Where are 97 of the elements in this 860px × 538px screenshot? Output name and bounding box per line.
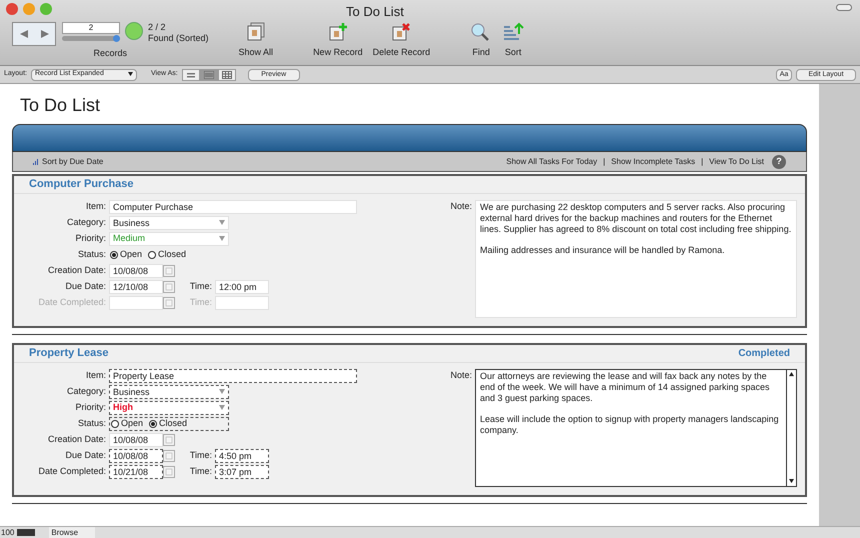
zoom-icon[interactable]	[17, 529, 36, 536]
mode-label: Browse	[49, 526, 96, 538]
records-label: Records	[94, 47, 128, 60]
table-view-icon	[222, 70, 232, 78]
calendar-icon[interactable]	[163, 434, 175, 446]
scroll-down-icon[interactable]	[789, 479, 794, 484]
field-label: Status:	[76, 417, 107, 430]
link-separator: |	[603, 156, 606, 168]
field-label: Priority:	[74, 401, 107, 414]
item-field[interactable]: Property Lease	[109, 369, 357, 383]
page-title: To Do List	[20, 94, 102, 117]
category-dropdown[interactable]: Business	[109, 385, 229, 399]
field-label: Category:	[66, 385, 107, 398]
nav-link[interactable]: Show Incomplete Tasks	[611, 156, 696, 168]
link-separator: |	[701, 156, 704, 168]
close-button[interactable]	[6, 3, 18, 15]
field-label: Category:	[66, 216, 107, 230]
scrollbar[interactable]	[786, 370, 796, 486]
record-number-field[interactable]: 2	[62, 22, 120, 34]
status-radio[interactable]: Open	[111, 417, 144, 431]
view-toggle[interactable]	[182, 68, 200, 80]
date-field[interactable]: 12/10/08	[109, 280, 163, 294]
field-label: Time:	[188, 280, 213, 294]
previous-icon[interactable]	[20, 30, 28, 38]
add-card-icon	[326, 22, 349, 42]
stacked-cards-icon	[244, 22, 267, 42]
scroll-up-icon[interactable]	[789, 372, 794, 377]
next-icon[interactable]	[40, 30, 48, 38]
slider-thumb[interactable]	[113, 35, 120, 42]
found-status: Found (Sorted)	[148, 33, 209, 44]
book-navigator[interactable]	[12, 22, 56, 46]
toolbar-button[interactable]: New Record	[313, 22, 363, 60]
dropdown-arrow-icon[interactable]	[128, 72, 133, 77]
field-label: Note:	[450, 200, 473, 213]
list-view-icon	[204, 70, 214, 78]
priority-dropdown[interactable]: High	[109, 401, 229, 415]
calendar-icon[interactable]	[163, 466, 175, 478]
item-field[interactable]: Computer Purchase	[109, 200, 357, 214]
calendar-icon[interactable]	[163, 281, 175, 293]
field-label: Time:	[188, 449, 213, 462]
note-paragraph: Lease will include the option to signup with property managers landscaping company.	[480, 414, 780, 436]
sort-ascending-icon	[502, 22, 524, 42]
form-view-icon	[186, 70, 196, 78]
delete-card-icon	[390, 22, 412, 42]
window-title: To Do List	[346, 3, 404, 21]
status-radio[interactable]: Closed	[148, 248, 186, 262]
toolbar-button[interactable]: Show All	[238, 22, 274, 60]
minimize-button[interactable]	[23, 3, 35, 15]
record-title: Computer Purchase	[29, 177, 134, 192]
calendar-icon[interactable]	[163, 265, 175, 277]
date-field[interactable]: 10/21/08	[109, 465, 163, 479]
bar-chart-icon	[33, 158, 38, 164]
time-field[interactable]: 4:50 pm	[215, 449, 269, 463]
help-button[interactable]: ?	[772, 154, 786, 168]
time-field[interactable]: 12:00 pm	[215, 280, 269, 294]
date-field[interactable]: 10/08/08	[109, 449, 163, 463]
category-dropdown[interactable]: Business	[109, 216, 229, 230]
status-light-icon	[125, 22, 143, 40]
field-label: Time:	[188, 465, 213, 478]
nav-link[interactable]: Show All Tasks For Today	[506, 156, 598, 168]
record-count: 2 / 2	[148, 22, 167, 33]
status-radio[interactable]: Closed	[149, 417, 188, 431]
view-toggle[interactable]	[218, 68, 236, 80]
toolbar-button[interactable]: Delete Record	[372, 22, 430, 60]
toolbar-button[interactable]: Sort	[502, 22, 524, 60]
calendar-icon[interactable]	[163, 450, 175, 462]
field-label: Status:	[76, 248, 107, 262]
date-field[interactable]: 10/08/08	[109, 264, 163, 278]
note-paragraph: We are purchasing 22 desktop computers and 5 server racks. Also procuring external hard drives for the backup machines and routers for the Ethernet lines. Supplier has agreed to 8% discount on total cost including free shipping.	[480, 202, 792, 235]
field-label: Priority:	[74, 232, 107, 246]
nav-link[interactable]: View To Do List	[709, 156, 764, 168]
note-field[interactable]	[475, 369, 797, 487]
field-label: Note:	[450, 369, 473, 382]
field-label: Item:	[84, 369, 107, 382]
date-field[interactable]: 10/08/08	[109, 433, 163, 447]
field-label: Item:	[84, 200, 107, 214]
toolbar-button[interactable]: Find	[470, 22, 492, 60]
view-toggle[interactable]	[200, 68, 218, 80]
status-radio[interactable]: Open	[110, 248, 142, 262]
priority-dropdown[interactable]: Medium	[109, 232, 229, 246]
field-label: Date Completed:	[37, 465, 107, 478]
field-label: Time:	[188, 296, 213, 310]
record-slider[interactable]	[62, 36, 120, 41]
sort-link[interactable]: Sort by Due Date	[42, 156, 104, 168]
field-label: Creation Date:	[46, 433, 107, 446]
field-label: Due Date:	[64, 449, 107, 462]
note-paragraph: Mailing addresses and insurance will be handled by Ramona.	[480, 245, 726, 256]
time-field[interactable]: 3:07 pm	[215, 465, 269, 479]
note-paragraph: Our attorneys are reviewing the lease and will fax back any notes by the end of the week. We will have a minimum of 14 assigned parking spaces and 3 guest parking spaces.	[480, 371, 770, 404]
toolbar-toggle-button[interactable]	[836, 4, 852, 11]
zoom-button[interactable]	[40, 3, 52, 15]
field-label: Due Date:	[64, 280, 107, 294]
status-text: Completed	[738, 347, 790, 361]
field-label: Creation Date:	[46, 264, 107, 278]
record-title: Property Lease	[29, 346, 108, 362]
field-label: Date Completed:	[37, 296, 107, 310]
zoom-level: 100	[0, 526, 16, 538]
